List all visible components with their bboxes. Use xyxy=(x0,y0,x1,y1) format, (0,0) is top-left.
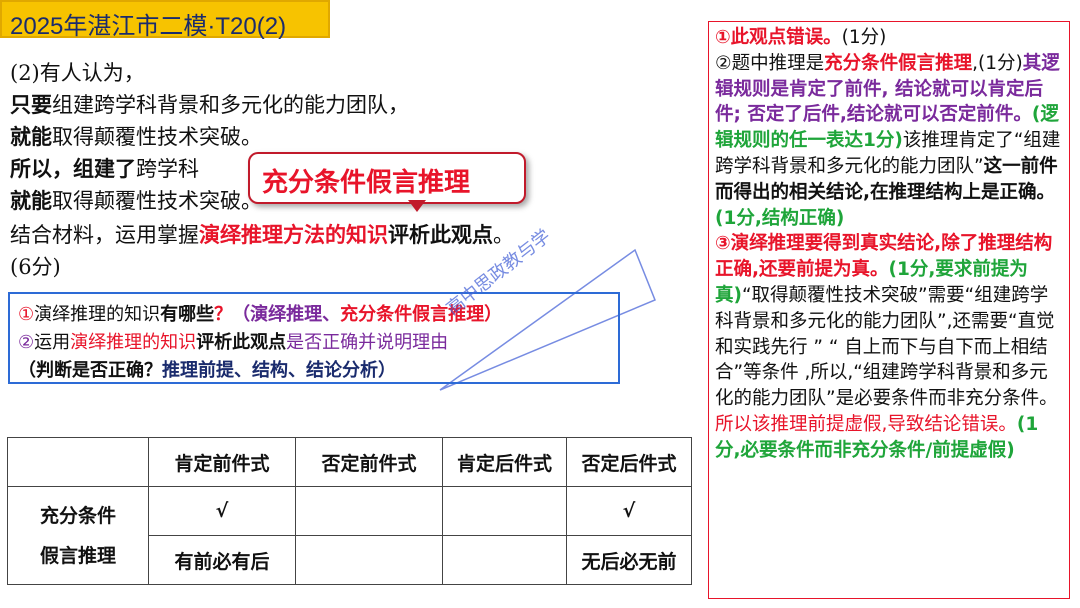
answer-para-3: ③演绎推理要得到真实结论,除了推理结构正确,还要前提为真。(1分,要求前提为真)… xyxy=(715,231,1063,463)
question-text: (2)有人认为， xyxy=(10,61,145,85)
row-label-line: 充分条件 xyxy=(39,504,116,527)
table-header: 否定后件式 xyxy=(566,437,692,487)
hint-line-1: ①演绎推理的知识有哪些？（演绎推理、充分条件假言推理） xyxy=(18,300,502,326)
question-line-3: 就能取得颠覆性技术突破。 xyxy=(10,122,262,152)
table-row: 充分条件 假言推理 √ √ xyxy=(7,486,692,585)
keyword-jiuneng: 就能 xyxy=(10,125,52,149)
answer-para-2: ②题中推理是充分条件假言推理,(1分)其逻辑规则是肯定了前件, 结论就可以肯定后… xyxy=(715,51,1063,232)
hint-text: 运用 xyxy=(34,332,71,353)
answer-text: ①此观点错误。 xyxy=(715,27,842,48)
table-row-label: 充分条件 假言推理 xyxy=(7,486,149,585)
hint-text: （演绎推理、 xyxy=(232,304,341,325)
table-header: 肯定前件式 xyxy=(148,437,296,487)
table-corner xyxy=(7,437,149,487)
answer-text: 充分条件假言推理 xyxy=(824,52,973,74)
table-cell xyxy=(295,486,443,536)
question-text: 组建跨学科背景和多元化的能力团队， xyxy=(52,93,409,117)
answer-text: 所以该推理前提虚假,导致结论错误。 xyxy=(715,413,1017,435)
keyword-deduction: 演绎推理方法的知识 xyxy=(199,223,388,247)
hint-text: （判断是否正确？ xyxy=(18,360,162,381)
answer-text: “取得颠覆性技术突破”需要“组建跨学科背景和多元化的能力团队”,还需要“直觉和实… xyxy=(715,284,1058,410)
question-line-1: (2)有人认为， xyxy=(10,58,145,88)
answer-box: ①此观点错误。(1分) ②题中推理是充分条件假言推理,(1分)其逻辑规则是肯定了… xyxy=(708,21,1070,599)
answer-text: ②题中推理是 xyxy=(715,52,825,74)
table-cell: √ xyxy=(566,486,692,536)
question-line-7: (6分) xyxy=(10,252,61,282)
question-text: 取得颠覆性技术突破。 xyxy=(52,189,262,213)
callout-box: 充分条件假言推理 xyxy=(248,152,526,204)
title-badge: 2025年湛江市二模·T20(2) xyxy=(0,0,330,40)
table-cell: 无后必无前 xyxy=(566,535,692,585)
hint-number: ② xyxy=(18,332,35,353)
question-text: 取得颠覆性技术突破。 xyxy=(52,125,262,149)
callout-text: 充分条件假言推理 xyxy=(262,168,471,198)
hint-line-3: （判断是否正确？推理前提、结构、结论分析） xyxy=(18,356,396,382)
question-line-2: 只要组建跨学科背景和多元化的能力团队， xyxy=(10,90,409,120)
table-cell xyxy=(442,486,567,536)
hint-text: 演绎推理的知识 xyxy=(34,304,161,325)
hint-text: 演绎推理的知识 xyxy=(70,332,197,353)
page-title: 2025年湛江市二模·T20(2) xyxy=(10,13,287,40)
question-score: (6分) xyxy=(10,255,61,279)
hint-text: 有哪些 xyxy=(160,304,215,325)
answer-para-1: ①此观点错误。(1分) xyxy=(715,25,1063,51)
keyword-suoyi: 所以，组建了 xyxy=(10,157,136,181)
keyword-jiuneng: 就能 xyxy=(10,189,52,213)
question-text: 跨学科 xyxy=(136,157,199,181)
table-cell: √ xyxy=(148,486,296,536)
question-text: 结合材料，运用掌握 xyxy=(10,223,199,247)
hint-number: ① xyxy=(18,304,35,325)
table-cell xyxy=(295,535,443,585)
hint-box: ①演绎推理的知识有哪些？（演绎推理、充分条件假言推理） ②运用演绎推理的知识评析… xyxy=(8,292,620,384)
question-line-5: 就能取得颠覆性技术突破。 xyxy=(10,186,262,216)
hint-line-2: ②运用演绎推理的知识评析此观点是否正确并说明理由 xyxy=(18,328,448,354)
table-header: 肯定后件式 xyxy=(442,437,567,487)
hint-text: ？ xyxy=(214,304,233,325)
hint-text: 评析此观点 xyxy=(196,332,287,353)
answer-score: ,(1分) xyxy=(972,52,1023,74)
reasoning-table: 肯定前件式 否定前件式 肯定后件式 否定后件式 充分条件 假言推理 √ √ 有前… xyxy=(7,437,692,585)
answer-score: (1分,结构正确) xyxy=(715,207,845,229)
hint-text: 推理前提、结构、结论分析） xyxy=(162,360,396,381)
answer-score: (1分) xyxy=(841,27,887,48)
hint-text: 充分条件假言推理） xyxy=(340,304,503,325)
keyword-zhiyao: 只要 xyxy=(10,93,52,117)
table-row: 肯定前件式 否定前件式 肯定后件式 否定后件式 xyxy=(7,437,692,487)
row-label-line: 假言推理 xyxy=(39,544,116,567)
table-header: 否定前件式 xyxy=(295,437,443,487)
table-cell xyxy=(442,535,567,585)
callout-tail xyxy=(408,200,426,212)
table-cell: 有前必有后 xyxy=(148,535,296,585)
hint-text: 是否正确并说明理由 xyxy=(286,332,449,353)
